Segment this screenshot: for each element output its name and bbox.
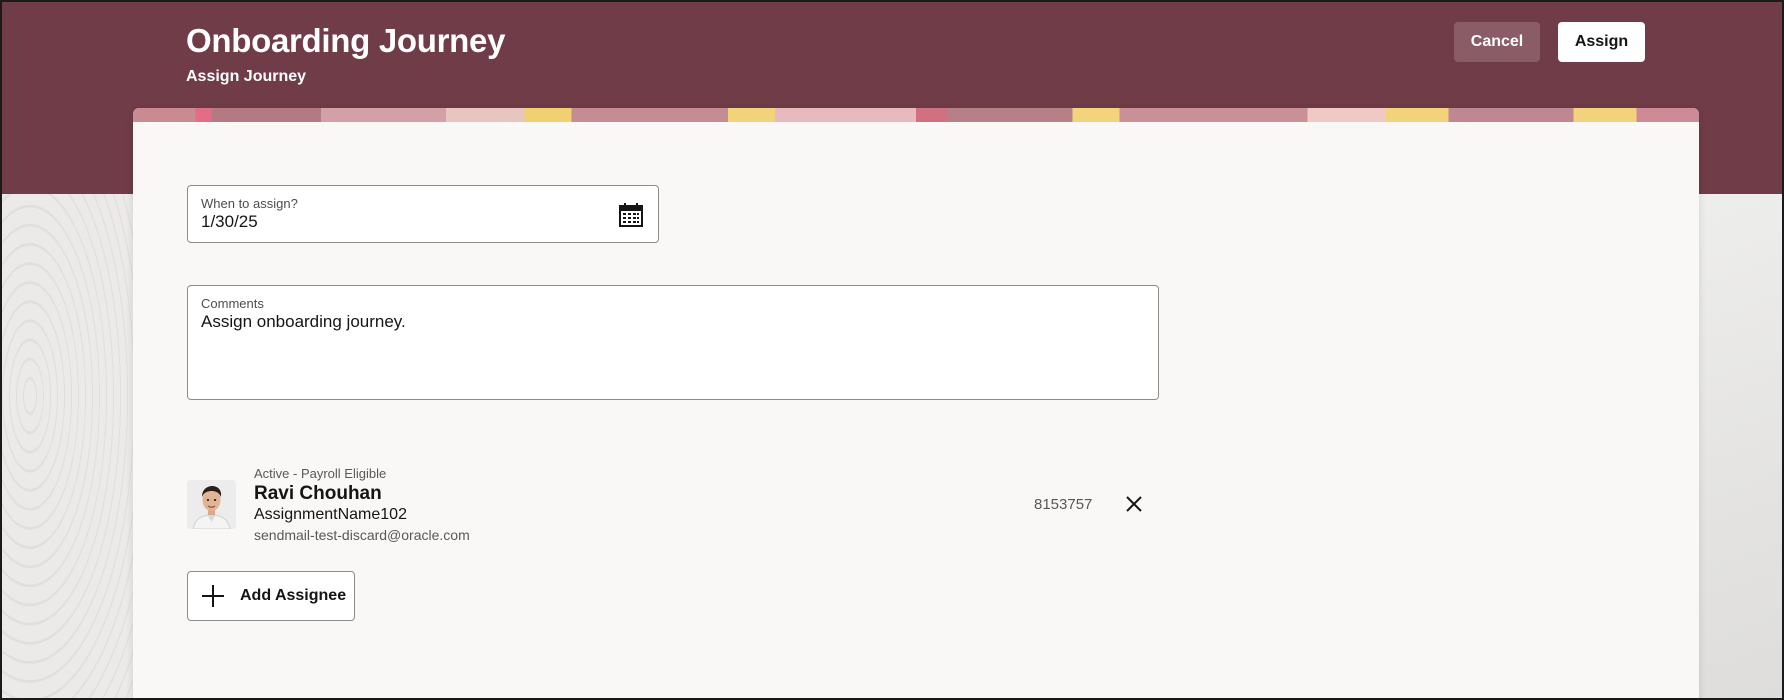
comments-label: Comments <box>201 296 264 311</box>
assignee-avatar <box>187 480 236 529</box>
assign-button[interactable]: Assign <box>1558 22 1645 62</box>
when-to-assign-field[interactable]: When to assign? 1/30/25 <box>187 185 659 243</box>
calendar-icon[interactable] <box>618 202 644 228</box>
comments-field[interactable]: Comments Assign onboarding journey. <box>187 285 1159 400</box>
assignee-assignment: AssignmentName102 <box>254 506 407 523</box>
page-title: Onboarding Journey <box>186 22 506 59</box>
remove-assignee-button[interactable] <box>1122 492 1146 516</box>
app-frame: Onboarding Journey Assign Journey Cancel… <box>0 0 1784 700</box>
add-assignee-button[interactable]: Add Assignee <box>187 571 355 621</box>
page-subtitle: Assign Journey <box>186 68 307 85</box>
background-texture <box>2 192 142 698</box>
assignee-status: Active - Payroll Eligible <box>254 466 387 481</box>
assignee-number: 8153757 <box>1034 496 1093 513</box>
card-decorative-banner <box>133 108 1699 122</box>
cancel-button[interactable]: Cancel <box>1454 22 1540 62</box>
add-assignee-label: Add Assignee <box>240 587 347 604</box>
comments-value[interactable]: Assign onboarding journey. <box>201 312 406 332</box>
when-to-assign-label: When to assign? <box>201 196 298 211</box>
plus-icon <box>202 585 224 607</box>
assignee-name: Ravi Chouhan <box>254 483 382 504</box>
assignee-email: sendmail-test-discard@oracle.com <box>254 527 470 543</box>
close-icon <box>1126 496 1142 512</box>
when-to-assign-value[interactable]: 1/30/25 <box>201 212 258 232</box>
